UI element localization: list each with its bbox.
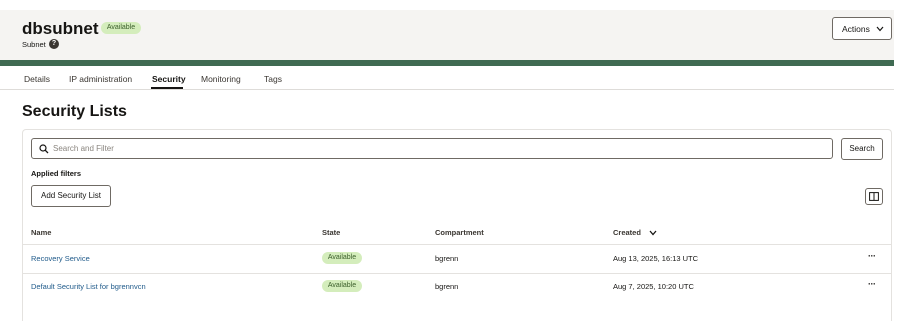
more-horizontal-icon[interactable]: ··· (868, 279, 876, 289)
more-horizontal-icon[interactable]: ··· (868, 251, 876, 261)
tab-ip-administration[interactable]: IP administration (69, 74, 132, 84)
search-field[interactable] (31, 138, 833, 159)
status-badge: Available (101, 22, 141, 34)
add-security-list-button[interactable]: Add Security List (31, 185, 111, 207)
column-header-compartment[interactable]: Compartment (435, 228, 484, 237)
row-compartment: bgrenn (435, 254, 459, 263)
row-created: Aug 13, 2025, 16:13 UTC (613, 254, 699, 263)
resource-type: Subnet (22, 40, 46, 49)
help-icon[interactable]: ? (49, 39, 59, 49)
applied-filters-label: Applied filters (31, 169, 82, 178)
row-name-link[interactable]: Default Security List for bgrennvcn (31, 282, 146, 291)
actions-label: Actions (842, 24, 870, 34)
chevron-down-icon (876, 26, 884, 32)
column-header-state[interactable]: State (322, 228, 340, 237)
column-header-created[interactable]: Created (613, 228, 641, 237)
row-divider (22, 273, 892, 274)
search-input[interactable] (53, 141, 823, 156)
tab-tags[interactable]: Tags (264, 74, 282, 84)
resource-title: dbsubnet (22, 19, 99, 38)
active-tab-indicator (151, 87, 183, 89)
row-name-link[interactable]: Recovery Service (31, 254, 90, 263)
column-header-name[interactable]: Name (31, 228, 51, 237)
column-settings-button[interactable] (865, 188, 883, 205)
actions-button[interactable]: Actions (832, 17, 892, 40)
columns-icon (869, 192, 879, 201)
tab-security[interactable]: Security (152, 74, 186, 84)
search-button[interactable]: Search (841, 138, 883, 160)
tab-monitoring[interactable]: Monitoring (201, 74, 241, 84)
row-state-badge: Available (322, 280, 362, 292)
resource-header (0, 10, 894, 60)
sort-desc-icon[interactable] (649, 230, 657, 236)
row-compartment: bgrenn (435, 282, 459, 291)
tab-bar: Details IP administration Security Monit… (0, 66, 894, 90)
row-state-badge: Available (322, 252, 362, 264)
row-created: Aug 7, 2025, 10:20 UTC (613, 282, 694, 291)
tab-details[interactable]: Details (24, 74, 50, 84)
section-title: Security Lists (22, 103, 127, 120)
search-icon (39, 144, 49, 154)
table-header-divider (22, 244, 892, 245)
